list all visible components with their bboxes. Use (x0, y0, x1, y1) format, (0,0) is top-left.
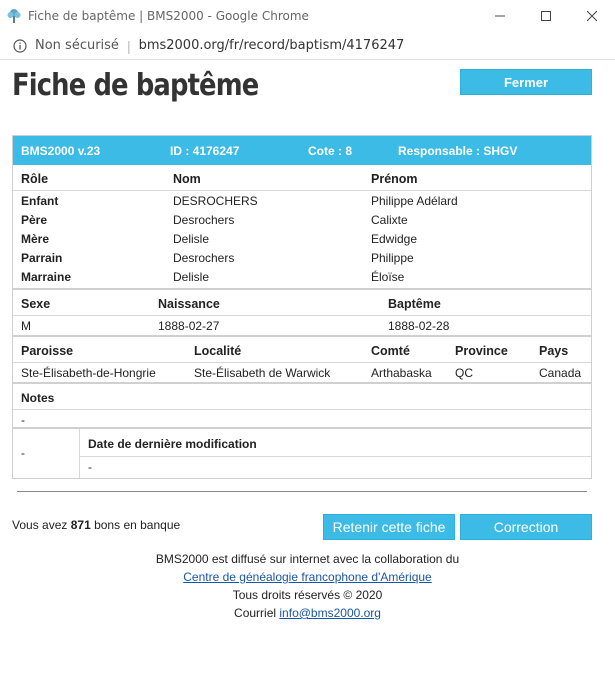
record-cote: Cote : 8 (308, 144, 353, 158)
url-text[interactable]: bms2000.org/fr/record/baptism/4176247 (139, 38, 405, 53)
person-nom: Delisle (173, 232, 210, 246)
footer-line1: BMS2000 est diffusé sur internet avec la… (155, 552, 460, 566)
notes-row: - (13, 410, 591, 429)
notes-header: Notes (13, 384, 591, 410)
header-pays: Pays (539, 344, 569, 358)
close-window-button[interactable] (569, 0, 615, 32)
page-title: Fiche de baptême (12, 68, 259, 103)
notes-value: - (21, 413, 25, 427)
modification-left-value: - (21, 446, 25, 460)
person-row-parrain: Parrain Desrochers Philippe (13, 248, 591, 267)
person-prenom: Edwidge (371, 232, 418, 246)
person-row-enfant: Enfant DESROCHERS Philippe Adélard (13, 191, 591, 210)
dates-header-row: Sexe Naissance Baptême (13, 290, 591, 316)
address-bar[interactable]: Non sécurisé | bms2000.org/fr/record/bap… (0, 32, 615, 60)
province-value: QC (455, 366, 473, 380)
bank-count: 871 (70, 518, 91, 532)
person-prenom: Philippe Adélard (371, 194, 458, 208)
divider (17, 491, 587, 492)
close-icon (587, 11, 597, 21)
person-nom: DESROCHERS (173, 194, 258, 208)
footer-partner-link[interactable]: Centre de généalogie francophone d'Améri… (183, 570, 431, 584)
place-table: Paroisse Localité Comté Province Pays St… (13, 337, 591, 384)
persons-table: Rôle Nom Prénom Enfant DESROCHERS Philip… (13, 165, 591, 290)
security-label[interactable]: Non sécurisé (35, 38, 119, 53)
correction-button[interactable]: Correction (460, 514, 592, 540)
person-nom: Delisle (173, 270, 210, 284)
bapteme-value: 1888-02-28 (388, 319, 450, 333)
bank-suffix: bons en banque (90, 518, 181, 532)
person-row-mere: Mère Delisle Edwidge (13, 229, 591, 248)
header-sexe: Sexe (21, 297, 51, 311)
comte-value: Arthabaska (371, 366, 432, 380)
naissance-value: 1888-02-27 (158, 319, 220, 333)
footer-email-prefix: Courriel (234, 606, 280, 620)
person-prenom: Calixte (371, 213, 408, 227)
persons-header-row: Rôle Nom Prénom (13, 165, 591, 191)
modification-section: - Date de dernière modification - (13, 429, 591, 478)
info-icon[interactable] (13, 38, 27, 53)
header-role: Rôle (21, 172, 49, 186)
place-header-row: Paroisse Localité Comté Province Pays (13, 337, 591, 363)
header-paroisse: Paroisse (21, 344, 74, 358)
person-role: Mère (21, 232, 50, 246)
person-role: Marraine (21, 270, 72, 284)
save-record-button[interactable]: Retenir cette fiche (323, 514, 455, 540)
modification-left-cell: - (13, 429, 80, 478)
modification-header: Date de dernière modification (80, 429, 591, 457)
place-value-row: Ste-Élisabeth-de-Hongrie Ste-Élisabeth d… (13, 363, 591, 382)
pays-value: Canada (539, 366, 582, 380)
header-bapteme: Baptême (388, 297, 441, 311)
close-button[interactable]: Fermer (460, 69, 592, 95)
record-id: ID : 4176247 (170, 144, 240, 158)
bank-credits: Vous avez 871 bons en banque (12, 518, 180, 532)
person-role: Père (21, 213, 48, 227)
header-prenom: Prénom (371, 172, 418, 186)
maximize-icon (541, 11, 551, 21)
footer-copyright: Tous droits réservés © 2020 (232, 588, 383, 602)
maximize-button[interactable] (523, 0, 569, 32)
record-version: BMS2000 v.23 (21, 144, 101, 158)
minimize-button[interactable] (477, 0, 523, 32)
window-titlebar: Fiche de baptême | BMS2000 - Google Chro… (0, 0, 615, 32)
notes-label: Notes (21, 391, 55, 405)
person-row-marraine: Marraine Delisle Éloïse (13, 267, 591, 286)
minimize-icon (495, 15, 505, 17)
window-title: Fiche de baptême | BMS2000 - Google Chro… (28, 9, 309, 23)
header-province: Province (455, 344, 508, 358)
footer-email-link[interactable]: info@bms2000.org (279, 606, 381, 620)
window-controls (477, 0, 615, 32)
record-header: BMS2000 v.23 ID : 4176247 Cote : 8 Respo… (13, 136, 591, 165)
person-prenom: Éloïse (371, 270, 405, 284)
person-prenom: Philippe (371, 251, 414, 265)
dates-value-row: M 1888-02-27 1888-02-28 (13, 316, 591, 335)
bank-prefix: Vous avez (12, 518, 71, 532)
record-responsable: Responsable : SHGV (398, 144, 518, 158)
person-nom: Desrochers (173, 213, 235, 227)
header-naissance: Naissance (158, 297, 220, 311)
header-localite: Localité (194, 344, 242, 358)
footer: BMS2000 est diffusé sur internet avec la… (0, 550, 615, 622)
paroisse-value: Ste-Élisabeth-de-Hongrie (21, 366, 156, 380)
person-row-pere: Père Desrochers Calixte (13, 210, 591, 229)
header-comte: Comté (371, 344, 410, 358)
sexe-value: M (21, 319, 31, 333)
localite-value: Ste-Élisabeth de Warwick (194, 366, 331, 380)
person-role: Enfant (21, 194, 59, 208)
dates-table: Sexe Naissance Baptême M 1888-02-27 1888… (13, 290, 591, 337)
address-separator: | (126, 37, 131, 54)
person-nom: Desrochers (173, 251, 235, 265)
bms-tree-icon (7, 9, 21, 23)
person-role: Parrain (21, 251, 63, 265)
baptism-record: BMS2000 v.23 ID : 4176247 Cote : 8 Respo… (12, 135, 592, 479)
header-nom: Nom (173, 172, 201, 186)
modification-label: Date de dernière modification (88, 437, 257, 451)
modification-value: - (88, 460, 92, 474)
